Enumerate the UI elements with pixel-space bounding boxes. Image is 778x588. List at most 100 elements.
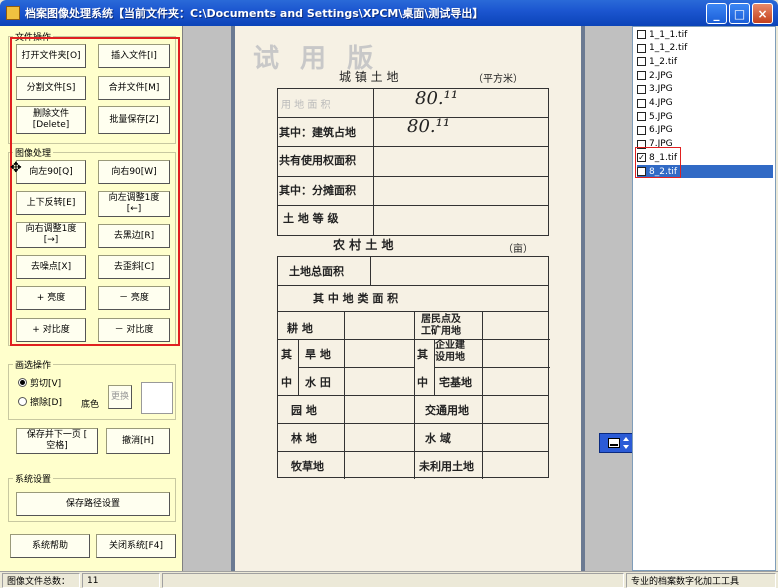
file-list-item[interactable]: 5.JPG: [637, 110, 673, 123]
radio-selected-icon[interactable]: [18, 378, 27, 387]
file-list[interactable]: 1_1_1.tif 1_1_2.tif 1_2.tif 2.JPG 3.JPG 4.JPG…: [632, 26, 776, 571]
urban-row-grade: 土 地 等 级: [283, 212, 339, 225]
contrast-down-button[interactable]: － 对比度: [98, 318, 170, 342]
adjust-left-button[interactable]: 向左调整1度 [←]: [98, 191, 170, 217]
rural-paddy: 水 田: [305, 376, 331, 389]
merge-file-button[interactable]: 合并文件[M]: [98, 76, 170, 100]
save-next-button[interactable]: 保存并下一页 [ 空格]: [16, 428, 98, 454]
rural-residential: 居民点及 工矿用地: [421, 314, 461, 337]
denoise-button[interactable]: 去噪点[X]: [16, 255, 86, 279]
file-list-item[interactable]: 4.JPG: [637, 97, 673, 110]
rural-arable: 耕 地: [287, 322, 313, 335]
rural-forest: 林 地: [291, 432, 317, 445]
rural-qi-left: 其: [281, 348, 292, 361]
rural-unit: （亩）: [503, 244, 533, 255]
title-bar[interactable]: 档案图像处理系统【当前文件夹：C:\Documents and Settings…: [0, 0, 778, 26]
delete-file-button[interactable]: 删除文件 [Delete]: [16, 106, 86, 134]
file-name: 1_2.tif: [649, 56, 678, 67]
handwritten-value-2: 80.¹¹: [407, 116, 451, 137]
rural-homestead: 宅基地: [439, 376, 472, 389]
minimize-button[interactable]: _: [706, 3, 727, 24]
status-bar: 图像文件总数： 11 专业的档案数字化加工工具: [0, 571, 778, 588]
file-name: 5.JPG: [649, 111, 673, 122]
remove-border-button[interactable]: 去黑边[R]: [98, 224, 170, 248]
selection-ops-title: 画选操作: [13, 358, 54, 371]
close-button[interactable]: ×: [752, 3, 773, 24]
rural-zhong-left: 中: [281, 376, 292, 389]
checkbox-icon[interactable]: [637, 125, 646, 135]
help-button[interactable]: 系统帮助: [10, 534, 90, 558]
checkbox-icon[interactable]: [637, 112, 646, 122]
file-name: 6.JPG: [649, 125, 673, 136]
status-empty: [162, 573, 624, 588]
file-name: 4.JPG: [649, 98, 673, 108]
file-list-item[interactable]: 1_2.tif: [637, 55, 677, 68]
file-list-item[interactable]: 3.JPG: [637, 83, 673, 96]
radio-unselected-icon[interactable]: [18, 397, 27, 406]
replace-color-button[interactable]: 更换: [108, 385, 132, 409]
rural-land-heading: 农 村 土 地: [333, 238, 394, 252]
adjust-right-button[interactable]: 向右调整1度 [→]: [16, 222, 86, 248]
file-ops-title: 文件操作: [13, 30, 54, 43]
rural-dry-land: 旱 地: [305, 348, 331, 361]
rotate-right-button[interactable]: 向右90[W]: [98, 160, 170, 184]
contrast-up-button[interactable]: + 对比度: [16, 318, 86, 342]
image-ops-title: 图像处理: [13, 146, 54, 159]
cut-label: 剪切[V]: [30, 379, 62, 389]
erase-label: 擦除[D]: [30, 398, 62, 408]
checkbox-icon[interactable]: [637, 71, 646, 81]
rural-zhong-right: 中: [417, 376, 428, 389]
brightness-down-button[interactable]: － 亮度: [98, 286, 170, 310]
rural-total: 土地总面积: [289, 265, 344, 278]
flip-button[interactable]: 上下反转[E]: [16, 191, 86, 215]
brightness-up-button[interactable]: + 亮度: [16, 286, 86, 310]
window-title: 档案图像处理系统【当前文件夹：C:\Documents and Settings…: [25, 7, 484, 20]
bg-color-label: 底色: [81, 400, 100, 410]
app-icon: [6, 6, 20, 20]
file-name: 1_1_2.tif: [649, 43, 688, 54]
checkbox-icon[interactable]: [637, 30, 646, 39]
image-viewer[interactable]: 试 用 版 城 镇 土 地 （平方米） 用 地 面 积 其中：建筑占地 共有使用…: [182, 26, 632, 571]
file-list-item[interactable]: 2.JPG: [637, 69, 673, 82]
arrows-icon[interactable]: [622, 437, 629, 449]
cut-radio[interactable]: 剪切[V]: [18, 376, 61, 389]
close-system-button[interactable]: 关闭系统[F4]: [96, 534, 176, 558]
rural-water: 水 域: [425, 432, 451, 445]
move-cursor-icon: ✥: [10, 160, 22, 176]
deskew-button[interactable]: 去歪斜[C]: [98, 255, 170, 279]
rural-land-types: 其 中 地 类 面 积: [313, 292, 399, 305]
rural-transport: 交通用地: [425, 404, 469, 417]
rural-pasture: 牧草地: [291, 460, 324, 473]
erase-radio[interactable]: 擦除[D]: [18, 395, 62, 408]
document-page[interactable]: 试 用 版 城 镇 土 地 （平方米） 用 地 面 积 其中：建筑占地 共有使用…: [235, 26, 581, 571]
file-name: 1_1_1.tif: [649, 29, 688, 40]
file-list-item[interactable]: 1_1_1.tif: [637, 28, 687, 41]
file-list-item[interactable]: 6.JPG: [637, 124, 673, 137]
batch-save-button[interactable]: 批量保存[Z]: [98, 106, 170, 134]
split-file-button[interactable]: 分割文件[S]: [16, 76, 86, 100]
undo-button[interactable]: 撤消[H]: [106, 428, 170, 454]
checkbox-icon[interactable]: [637, 57, 646, 67]
maximize-button[interactable]: □: [729, 3, 750, 24]
urban-row-allocated: 其中：分摊面积: [279, 184, 356, 197]
urban-row-building: 其中：建筑占地: [279, 126, 356, 139]
urban-row-shared: 共有使用权面积: [279, 154, 356, 167]
insert-file-button[interactable]: 插入文件[I]: [98, 44, 170, 68]
urban-row-area: 用 地 面 积: [281, 100, 331, 111]
rotate-left-button[interactable]: 向左90[Q]: [16, 160, 86, 184]
checkbox-icon[interactable]: [637, 43, 646, 53]
open-folder-button[interactable]: 打开文件夹[O]: [16, 44, 86, 68]
status-slogan: 专业的档案数字化加工工具: [626, 573, 776, 588]
settings-title: 系统设置: [13, 472, 54, 485]
rural-qi-right: 其: [417, 348, 428, 361]
bg-color-swatch[interactable]: [141, 382, 173, 414]
file-list-item[interactable]: 1_1_2.tif: [637, 42, 687, 55]
handwritten-value-1: 80.¹¹: [415, 88, 459, 109]
checkbox-icon[interactable]: [637, 84, 646, 94]
checkbox-icon[interactable]: [637, 98, 646, 108]
urban-land-heading: 城 镇 土 地: [339, 70, 399, 84]
keyboard-icon[interactable]: [607, 438, 620, 448]
file-name: 2.JPG: [649, 70, 673, 81]
save-path-button[interactable]: 保存路径设置: [16, 492, 170, 516]
file-highlight-box: [635, 147, 681, 178]
